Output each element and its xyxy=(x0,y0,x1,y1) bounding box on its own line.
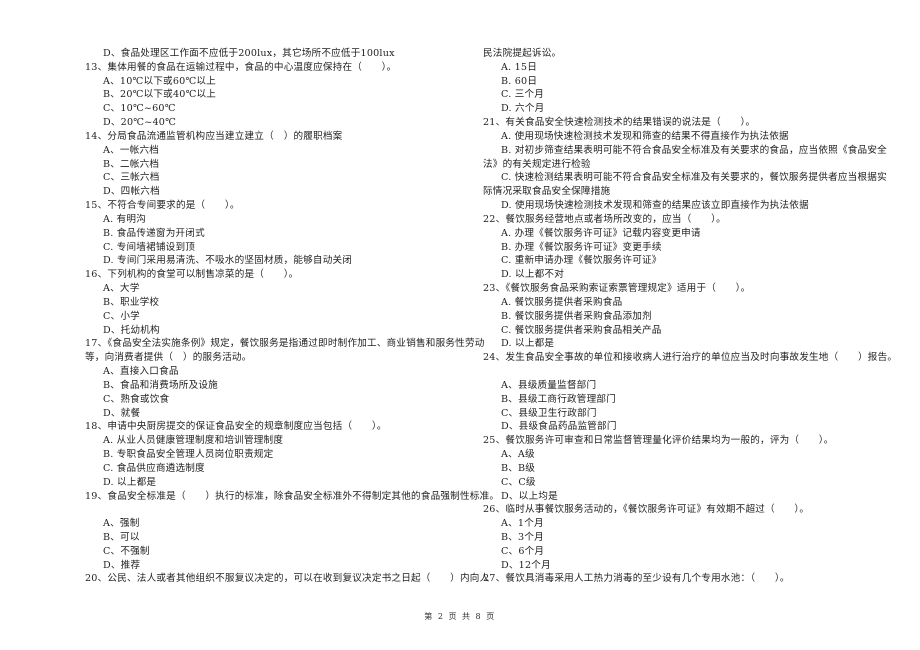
question-line: 16、下列机构的食堂可以制售凉菜的是（ ）。 xyxy=(85,269,299,281)
option-line: A. 餐饮服务提供者采购食品 xyxy=(501,296,623,308)
option-line: C、10℃~60℃ xyxy=(103,103,176,115)
option-line: B、职业学校 xyxy=(103,296,160,308)
question-line: 18、申请中央厨房提交的保证食品安全的规章制度应当包括（ ）。 xyxy=(85,421,387,433)
right-column: 民法院提起诉讼。 A. 15日 B. 60日 C. 三个月 D. 六个月 21、有关食品安… xyxy=(483,47,898,586)
option-line: A. 从业人员健康管理制度和培训管理制度 xyxy=(103,435,284,447)
option-line: C. 重新申请办理《餐饮服务许可证》 xyxy=(501,255,662,267)
option-line: B、食品和消费场所及设施 xyxy=(103,379,218,391)
continuation-line: 法》的有关规定进行检验 xyxy=(483,158,591,170)
question-line: 20、公民、法人或者其他组织不服复议决定的，可以在收到复议决定书之日起（ ）内向… xyxy=(85,573,490,585)
option-line: A、县级质量监督部门 xyxy=(501,379,597,391)
continuation-line: 等，向消费者提供（ ）的服务活动。 xyxy=(85,352,252,364)
question-line: 19、食品安全标准是（ ）执行的标准，除食品安全标准外不得制定其他的食品强制性标… xyxy=(85,490,500,502)
option-line: D. 专间门采用易清洗、不吸水的坚固材质，能够自动关闭 xyxy=(103,255,353,267)
option-line: D、推荐 xyxy=(103,559,141,571)
option-line: C. 餐饮服务提供者采购食品相关产品 xyxy=(501,324,662,336)
option-line: D. 以上都是 xyxy=(501,338,555,350)
question-line: 21、有关食品安全快速检测技术的结果错误的说法是（ ）。 xyxy=(483,117,756,129)
option-line: C、县级卫生行政部门 xyxy=(501,407,597,419)
option-line: A、大学 xyxy=(103,283,140,295)
option-line: C. 专间墙裙铺设到顶 xyxy=(103,241,196,253)
document-page: D、食品处理区工作面不应低于200lux，其它场所不应低于100lux 13、集体… xyxy=(0,0,920,650)
option-line: B、二帐六档 xyxy=(103,158,160,170)
question-line: 23、《餐饮服务食品采购索证索票管理规定》适用于（ ）。 xyxy=(483,283,751,295)
option-line: A. 办理《餐饮服务许可证》记载内容变更申请 xyxy=(501,227,701,239)
question-line: 22、餐饮服务经营地点或者场所改变的，应当（ ）。 xyxy=(483,213,726,225)
option-line: D、20℃~40℃ xyxy=(103,117,177,129)
question-line: 15、不符合专间要求的是（ ）。 xyxy=(85,200,240,212)
option-line: D. 以上都不对 xyxy=(501,269,565,281)
option-line: D、四帐六档 xyxy=(103,186,160,198)
option-line: B. 食品传递窗为开闭式 xyxy=(103,227,205,239)
option-line: C、C级 xyxy=(501,476,536,488)
option-line: A、10℃以下或60℃以上 xyxy=(103,75,216,87)
option-line: A、强制 xyxy=(103,518,140,530)
option-line: B、B级 xyxy=(501,462,536,474)
option-line: B. 餐饮服务提供者采购食品添加剂 xyxy=(501,310,652,322)
option-line: B. 办理《餐饮服务许可证》变更手续 xyxy=(501,241,662,253)
continuation-line: 民法院提起诉讼。 xyxy=(483,48,562,59)
page-footer-page-number: 第 2 页 共 8 页 xyxy=(424,612,496,621)
option-line: A. 15日 xyxy=(501,61,538,73)
option-line: B. 专职食品安全管理人员岗位职责规定 xyxy=(103,449,274,461)
option-line: B、3个月 xyxy=(501,531,544,543)
option-line: A. 有明沟 xyxy=(103,213,147,225)
question-line: 24、发生食品安全事故的单位和接收病人进行治疗的单位应当及时向事故发生地（ ）报… xyxy=(483,352,898,364)
question-line: 27、餐饮具消毒采用人工热力消毒的至少设有几个专用水池：（ ）。 xyxy=(483,573,790,585)
question-line: 13、集体用餐的食品在运输过程中，食品的中心温度应保持在（ ）。 xyxy=(85,61,397,73)
option-line: B. 对初步筛查结果表明可能不符合食品安全标准及有关要求的食品，应当依照《食品安… xyxy=(501,144,887,156)
continuation-line: 际情况采取食品安全保障措施 xyxy=(483,186,611,198)
option-line: C. 三个月 xyxy=(501,89,545,101)
option-line: B. 60日 xyxy=(501,75,538,87)
option-line: C. 快速检测结果表明可能不符合食品安全标准及有关要求的，餐饮服务提供者应当根据… xyxy=(501,172,887,184)
question-line: 25、餐饮服务许可审查和日常监督管理量化评价结果均为一般的，评为（ ）。 xyxy=(483,435,834,447)
option-line: D. 以上都是 xyxy=(103,476,157,488)
question-line: 17、《食品安全法实施条例》规定，餐饮服务是指通过即时制作加工、商业销售和服务性… xyxy=(85,338,485,350)
option-line: B、20℃以下或40℃以上 xyxy=(103,89,217,101)
option-line: C、不强制 xyxy=(103,545,150,557)
option-line: D、托幼机构 xyxy=(103,324,160,336)
option-line: A、直接入口食品 xyxy=(103,366,179,378)
question-line: 14、分局食品流通监管机构应当建立建立（ ）的履职档案 xyxy=(85,130,343,142)
option-line: D、就餐 xyxy=(103,407,141,419)
option-line: B、县级工商行政管理部门 xyxy=(501,393,616,405)
option-line: C、熟食或饮食 xyxy=(103,393,170,405)
option-line: B、可以 xyxy=(103,531,140,543)
option-line: A、A级 xyxy=(501,449,535,461)
option-line: D、县级食品药品监管部门 xyxy=(501,421,617,433)
option-line: A、一帐六档 xyxy=(103,144,160,156)
option-line: A、1个月 xyxy=(501,518,544,530)
question-line: 26、临时从事餐饮服务活动的，《餐饮服务许可证》有效期不超过（ ）。 xyxy=(483,504,810,516)
option-line: C. 食品供应商遴选制度 xyxy=(103,462,205,474)
option-line: D、12个月 xyxy=(501,559,551,571)
left-column: D、食品处理区工作面不应低于200lux，其它场所不应低于100lux 13、集体… xyxy=(85,47,500,586)
option-line: C、6个月 xyxy=(501,545,545,557)
option-line: A. 使用现场快速检测技术发现和筛查的结果不得直接作为执法依据 xyxy=(501,130,789,142)
option-line: C、小学 xyxy=(103,310,140,322)
option-line: D、以上均是 xyxy=(501,490,558,502)
option-line: D. 使用现场快速检测技术发现和筛查的结果应该立即直接作为执法依据 xyxy=(501,200,809,212)
option-line: D. 六个月 xyxy=(501,103,545,115)
option-line: D、食品处理区工作面不应低于200lux，其它场所不应低于100lux xyxy=(103,48,395,59)
option-line: C、三帐六档 xyxy=(103,172,160,184)
